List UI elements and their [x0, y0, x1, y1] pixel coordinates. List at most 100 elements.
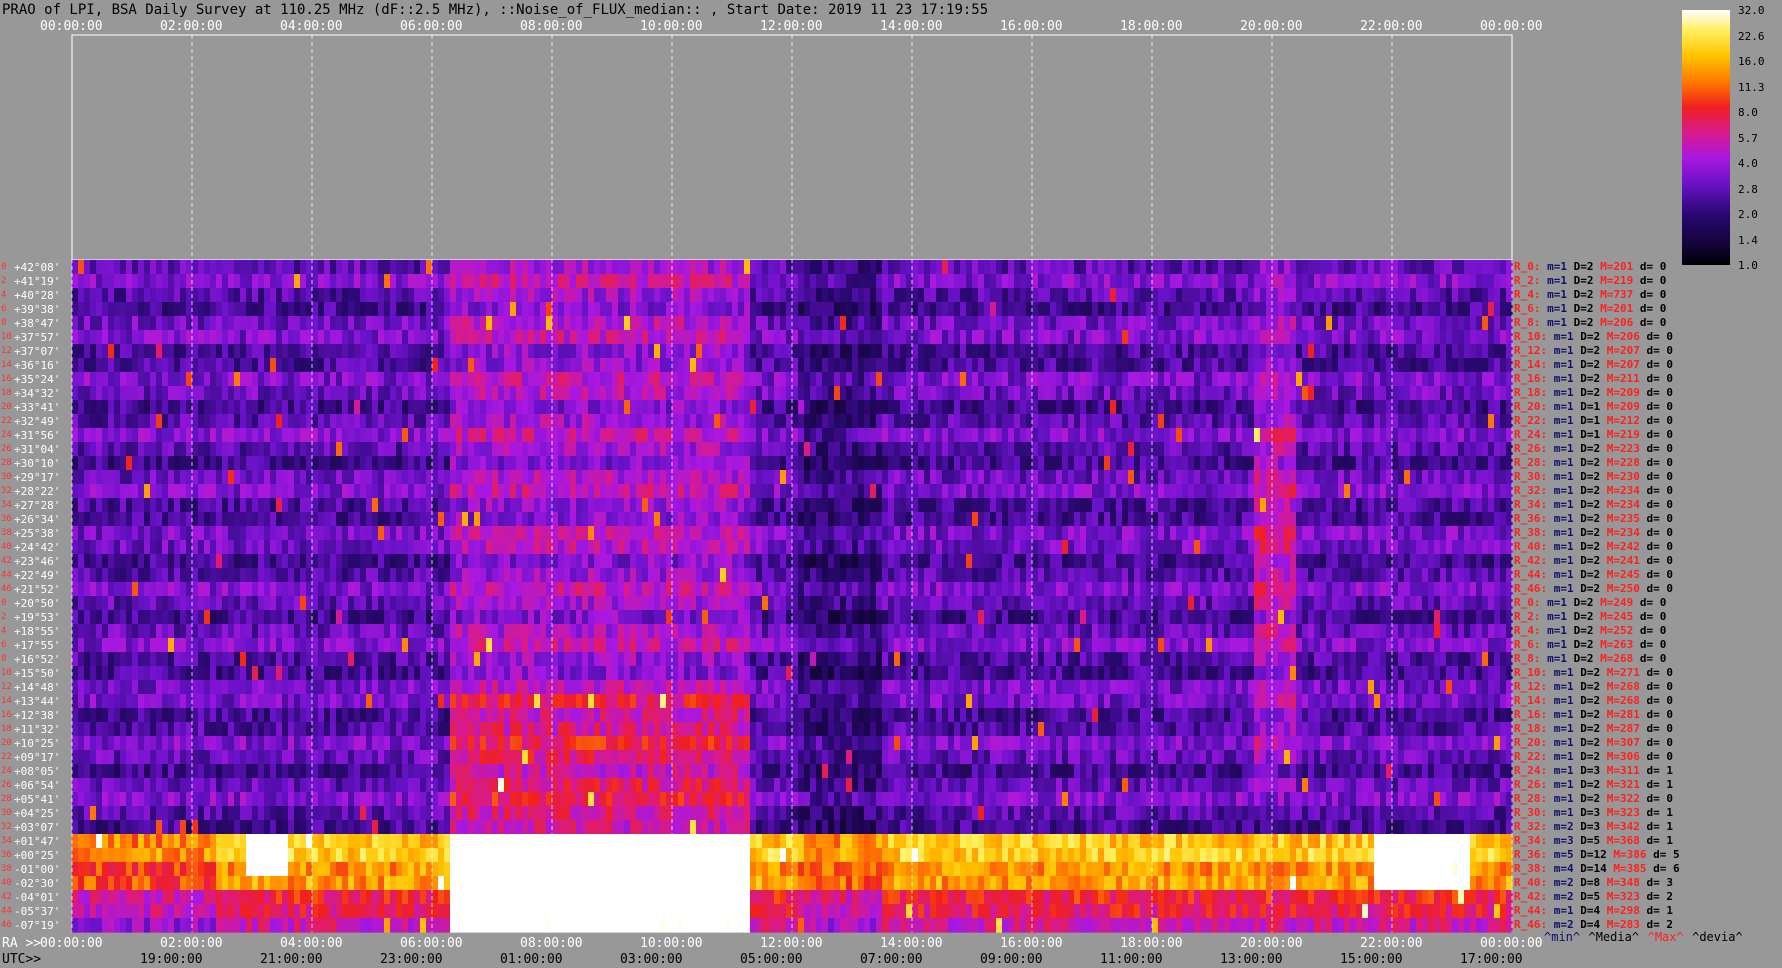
heatmap-cell [582, 274, 589, 289]
heatmap-cell [810, 400, 817, 415]
heatmap-cell [528, 344, 535, 359]
heatmap-cell [558, 484, 565, 499]
heatmap-cell [1440, 344, 1447, 359]
heatmap-cell [1350, 512, 1357, 527]
heatmap-cell [672, 316, 679, 331]
heatmap-cell [1176, 498, 1183, 513]
heatmap-cell [1080, 330, 1087, 345]
heatmap-cell [1170, 442, 1177, 457]
heatmap-cell [228, 540, 235, 555]
heatmap-cell [774, 498, 781, 513]
heatmap-cell [282, 260, 289, 275]
heatmap-cell [1044, 274, 1051, 289]
heatmap-cell [102, 288, 109, 303]
heatmap-cell [432, 316, 439, 331]
heatmap-cell [936, 512, 943, 527]
heatmap-cell [876, 442, 883, 457]
heatmap-cell [1098, 414, 1105, 429]
heatmap-cell [234, 442, 241, 457]
heatmap-cell [192, 414, 199, 429]
heatmap-cell [312, 442, 319, 457]
heatmap-cell [510, 288, 517, 303]
heatmap-cell [360, 344, 367, 359]
heatmap-cell [1140, 456, 1147, 471]
heatmap-cell [144, 302, 151, 317]
heatmap-cell [372, 498, 379, 513]
heatmap-cell [1092, 442, 1099, 457]
heatmap-cell [1176, 358, 1183, 373]
heatmap-cell [642, 372, 649, 387]
heatmap-cell [474, 414, 481, 429]
heatmap-cell [432, 512, 439, 527]
heatmap-cell [252, 456, 259, 471]
heatmap-cell [180, 428, 187, 443]
heatmap-cell [768, 344, 775, 359]
heatmap-cell [522, 316, 529, 331]
heatmap-cell [1056, 344, 1063, 359]
heatmap-cell [1098, 484, 1105, 499]
heatmap-cell [456, 330, 463, 345]
heatmap-cell [1014, 372, 1021, 387]
heatmap-cell [462, 386, 469, 401]
heatmap-cell [984, 288, 991, 303]
heatmap-cell [702, 442, 709, 457]
heatmap-cell [138, 288, 145, 303]
heatmap-cell [1440, 372, 1447, 387]
heatmap-cell [750, 358, 757, 373]
heatmap-cell [474, 260, 481, 275]
heatmap-cell [198, 512, 205, 527]
heatmap-cell [1488, 456, 1495, 471]
heatmap-cell [1068, 344, 1075, 359]
heatmap-cell [270, 456, 277, 471]
heatmap-cell [1122, 358, 1129, 373]
heatmap-cell [132, 274, 139, 289]
heatmap-cell [1032, 344, 1039, 359]
heatmap-cell [96, 260, 103, 275]
heatmap-cell [1482, 400, 1489, 415]
heatmap-cell [258, 414, 265, 429]
heatmap-cell [840, 288, 847, 303]
heatmap-cell [486, 442, 493, 457]
heatmap-cell [990, 344, 997, 359]
heatmap-cell [732, 344, 739, 359]
heatmap-cell [1476, 260, 1483, 275]
heatmap-cell [1332, 428, 1339, 443]
heatmap-cell [414, 512, 421, 527]
heatmap-cell [516, 442, 523, 457]
heatmap-cell [1224, 540, 1231, 555]
heatmap-cell [462, 302, 469, 317]
heatmap-cell [1290, 358, 1297, 373]
heatmap-cell [870, 414, 877, 429]
heatmap-cell [486, 414, 493, 429]
heatmap-cell [846, 512, 853, 527]
heatmap-cell [612, 260, 619, 275]
heatmap-cell [1278, 316, 1285, 331]
heatmap-cell [966, 288, 973, 303]
heatmap-cell [1164, 414, 1171, 429]
heatmap-cell [1284, 372, 1291, 387]
heatmap-cell [852, 456, 859, 471]
heatmap-cell [192, 358, 199, 373]
heatmap-cell [474, 540, 481, 555]
heatmap-cell [756, 372, 763, 387]
heatmap-cell [498, 330, 505, 345]
heatmap-cell [132, 526, 139, 541]
heatmap-cell [1176, 344, 1183, 359]
heatmap-cell [522, 484, 529, 499]
heatmap-cell [684, 400, 691, 415]
heatmap-cell [1254, 526, 1261, 541]
heatmap-cell [1470, 274, 1477, 289]
heatmap-cell [288, 302, 295, 317]
heatmap-cell [792, 330, 799, 345]
heatmap-cell [1152, 386, 1159, 401]
heatmap-cell [1248, 386, 1255, 401]
heatmap-cell [810, 288, 817, 303]
heatmap-cell [708, 512, 715, 527]
heatmap-cell [282, 288, 289, 303]
heatmap-cell [960, 288, 967, 303]
heatmap-cell [1380, 498, 1387, 513]
heatmap-cell [1422, 414, 1429, 429]
heatmap-cell [882, 498, 889, 513]
heatmap-cell [1494, 512, 1501, 527]
heatmap-cell [480, 386, 487, 401]
